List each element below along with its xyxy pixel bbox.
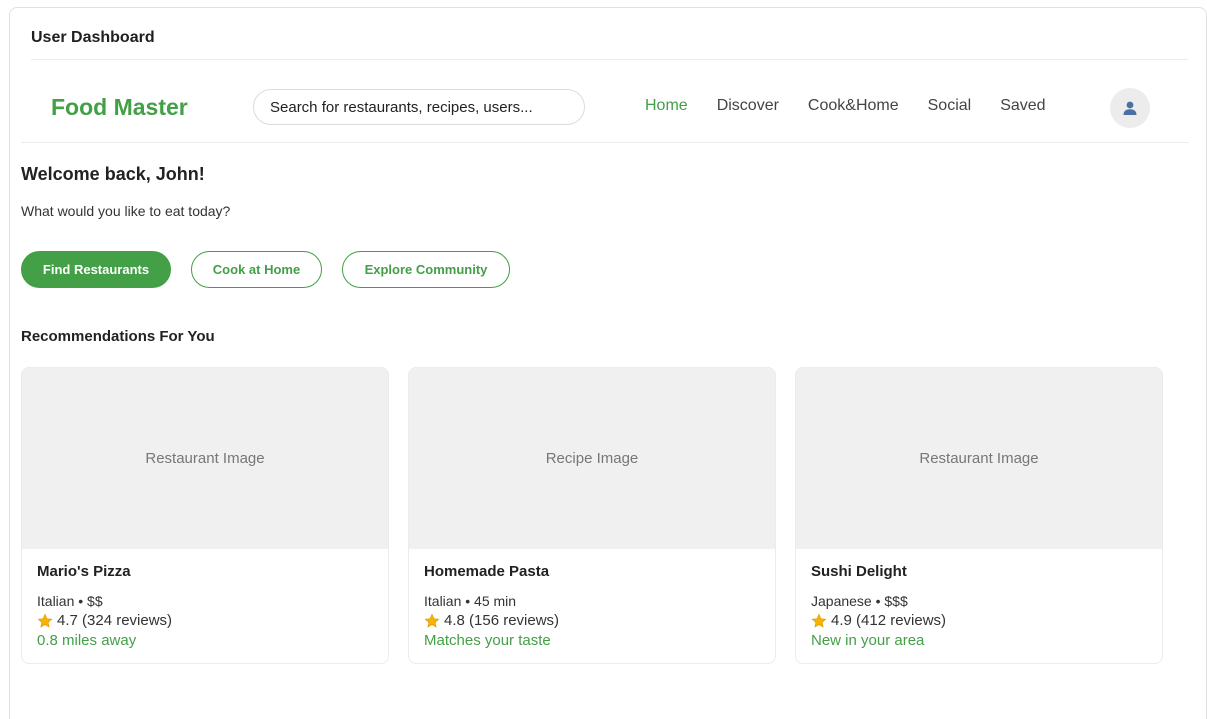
nav-item-discover[interactable]: Discover bbox=[717, 97, 779, 115]
nav-item-social[interactable]: Social bbox=[928, 97, 972, 115]
recommendation-card[interactable]: Recipe Image Homemade Pasta Italian • 45… bbox=[408, 367, 776, 664]
card-rating-text: 4.9 (412 reviews) bbox=[831, 612, 947, 629]
card-image-placeholder: Restaurant Image bbox=[796, 368, 1162, 549]
card-image-placeholder: Restaurant Image bbox=[22, 368, 388, 549]
star-icon bbox=[811, 613, 827, 628]
header-divider bbox=[21, 142, 1189, 143]
user-icon bbox=[1123, 101, 1137, 115]
card-rating-text: 4.8 (156 reviews) bbox=[444, 612, 560, 629]
recommendation-card[interactable]: Restaurant Image Mario's Pizza Italian •… bbox=[21, 367, 389, 664]
card-title: Mario's Pizza bbox=[37, 563, 131, 580]
search-input[interactable] bbox=[253, 89, 585, 125]
recommendations-title: Recommendations For You bbox=[21, 328, 215, 345]
card-rating-text: 4.7 (324 reviews) bbox=[57, 612, 173, 629]
star-icon bbox=[37, 613, 53, 628]
welcome-subtitle: What would you like to eat today? bbox=[21, 203, 231, 219]
card-note: New in your area bbox=[811, 632, 925, 649]
card-meta: Italian • $$ bbox=[37, 593, 103, 609]
card-rating: 4.9 (412 reviews) bbox=[811, 611, 1147, 631]
avatar[interactable] bbox=[1110, 88, 1150, 128]
welcome-title: Welcome back, John! bbox=[21, 164, 205, 184]
card-meta: Japanese • $$$ bbox=[811, 593, 908, 609]
nav-item-home[interactable]: Home bbox=[645, 97, 688, 115]
card-meta: Italian • 45 min bbox=[424, 593, 517, 609]
card-rating: 4.8 (156 reviews) bbox=[424, 611, 760, 631]
explore-community-button[interactable]: Explore Community bbox=[342, 251, 510, 288]
window-title: User Dashboard bbox=[31, 29, 155, 46]
recommendation-cards: Restaurant Image Mario's Pizza Italian •… bbox=[21, 367, 1182, 664]
title-divider bbox=[31, 59, 1188, 60]
card-title: Sushi Delight bbox=[811, 563, 907, 580]
recommendation-card[interactable]: Restaurant Image Sushi Delight Japanese … bbox=[795, 367, 1163, 664]
find-restaurants-button[interactable]: Find Restaurants bbox=[21, 251, 171, 288]
brand-logo[interactable]: Food Master bbox=[51, 94, 188, 121]
card-note: 0.8 miles away bbox=[37, 632, 137, 649]
card-note: Matches your taste bbox=[424, 632, 551, 649]
nav-item-saved[interactable]: Saved bbox=[1000, 97, 1045, 115]
card-image-placeholder: Recipe Image bbox=[409, 368, 775, 549]
star-icon bbox=[424, 613, 440, 628]
card-title: Homemade Pasta bbox=[424, 563, 550, 580]
card-rating: 4.7 (324 reviews) bbox=[37, 611, 373, 631]
quick-actions: Find Restaurants Cook at Home Explore Co… bbox=[21, 251, 530, 288]
main-nav: Home Discover Cook&Home Social Saved bbox=[645, 97, 1075, 115]
nav-item-cook-home[interactable]: Cook&Home bbox=[808, 97, 899, 115]
cook-at-home-button[interactable]: Cook at Home bbox=[191, 251, 322, 288]
